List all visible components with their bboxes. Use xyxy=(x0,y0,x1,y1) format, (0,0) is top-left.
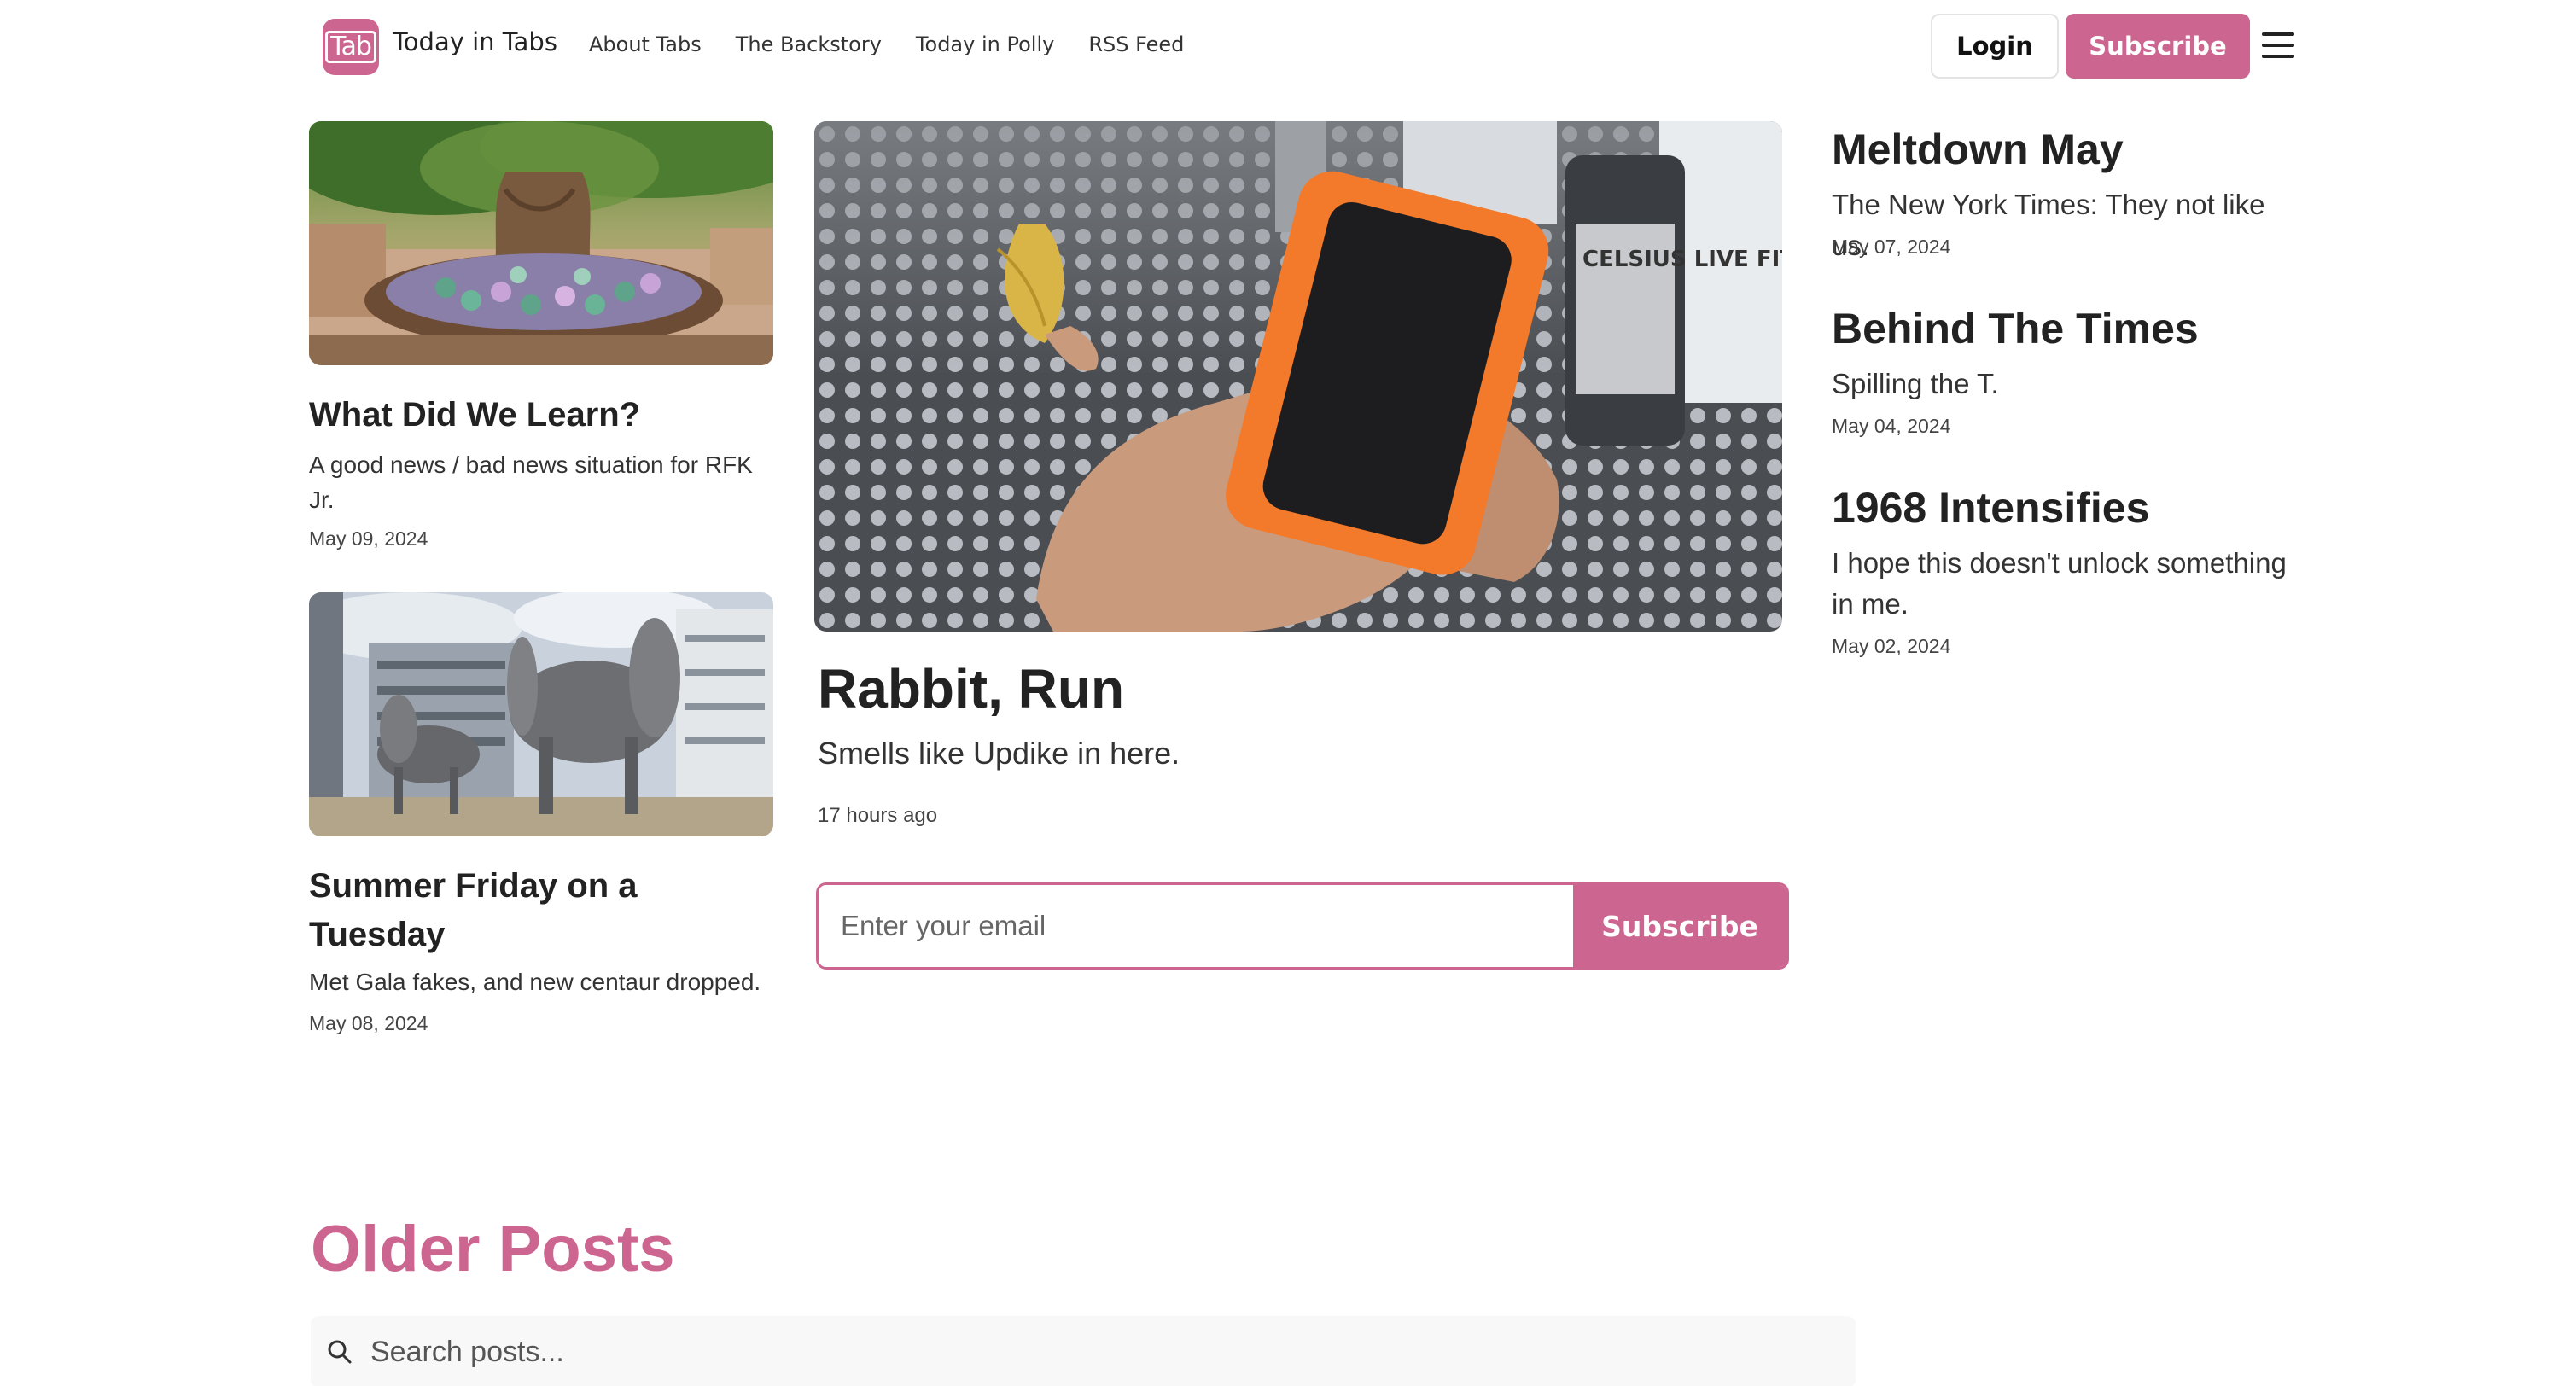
email-input[interactable] xyxy=(819,885,1573,967)
login-button[interactable]: Login xyxy=(1931,14,2059,79)
search-bar xyxy=(311,1316,1856,1386)
post-image-what-did-we-learn[interactable] xyxy=(309,121,773,365)
header-subscribe-button[interactable]: Subscribe xyxy=(2066,14,2250,79)
search-posts-input[interactable] xyxy=(370,1335,1856,1369)
can-label: CELSIUS LIVE FIT xyxy=(1582,247,1782,272)
nav-today-in-polly[interactable]: Today in Polly xyxy=(916,32,1054,56)
older-posts-heading: Older Posts xyxy=(311,1213,675,1285)
logo-text: Tab xyxy=(325,31,376,63)
post-description: A good news / bad news situation for RFK… xyxy=(309,451,753,513)
featured-title[interactable]: Rabbit, Run xyxy=(818,657,1124,720)
side-post-title[interactable]: 1968 Intensifies xyxy=(1832,483,2149,533)
post-title[interactable]: What Did We Learn? xyxy=(309,391,773,440)
side-post-date: May 02, 2024 xyxy=(1832,635,1951,657)
featured-image[interactable]: CELSIUS LIVE FIT xyxy=(814,121,1782,632)
main-nav: About Tabs The Backstory Today in Polly … xyxy=(589,32,1184,56)
side-post-description: I hope this doesn't unlock something in … xyxy=(1832,547,2287,620)
signup-subscribe-button[interactable]: Subscribe xyxy=(1573,885,1786,967)
post-date: May 09, 2024 xyxy=(309,527,428,550)
side-post-date: May 04, 2024 xyxy=(1832,415,1951,437)
email-signup-form: Subscribe xyxy=(816,882,1789,970)
post-description: Met Gala fakes, and new centaur dropped. xyxy=(309,969,761,995)
side-post-title[interactable]: Behind The Times xyxy=(1832,304,2199,353)
featured-photo-image: CELSIUS LIVE FIT xyxy=(814,121,1782,632)
hamburger-menu-icon[interactable] xyxy=(2262,32,2294,58)
featured-date: 17 hours ago xyxy=(818,804,938,827)
side-post-date: May 07, 2024 xyxy=(1832,236,1951,258)
site-header: Tab Today in Tabs About Tabs The Backsto… xyxy=(0,0,2576,92)
post-image-summer-friday[interactable] xyxy=(309,592,773,836)
post-title[interactable]: Summer Friday on a Tuesday xyxy=(309,862,773,959)
nav-rss-feed[interactable]: RSS Feed xyxy=(1088,32,1184,56)
featured-description: Smells like Updike in here. xyxy=(818,736,1180,771)
post-date: May 08, 2024 xyxy=(309,1012,428,1034)
nav-about-tabs[interactable]: About Tabs xyxy=(589,32,702,56)
nav-the-backstory[interactable]: The Backstory xyxy=(736,32,882,56)
propeller-pig-statues-image xyxy=(309,592,773,836)
side-post-description: Spilling the T. xyxy=(1832,368,1999,399)
site-title[interactable]: Today in Tabs xyxy=(393,27,557,56)
site-logo[interactable]: Tab xyxy=(323,19,379,75)
side-post-title[interactable]: Meltdown May xyxy=(1832,125,2124,174)
search-icon xyxy=(326,1338,353,1366)
fairy-tree-display-image xyxy=(309,121,773,365)
